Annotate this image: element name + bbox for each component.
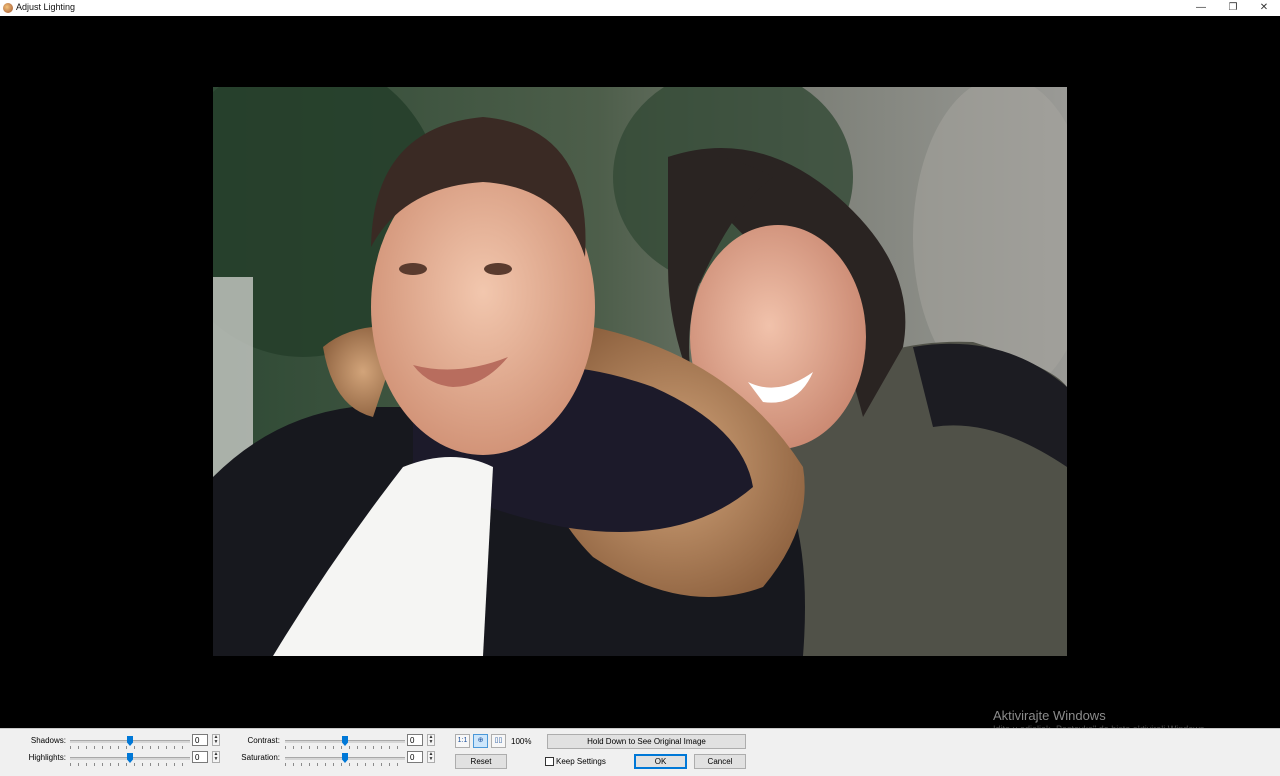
saturation-spinner[interactable]: ▲ ▼ bbox=[427, 751, 435, 763]
keep-settings-label: Keep Settings bbox=[556, 757, 606, 766]
minimize-button[interactable]: — bbox=[1186, 0, 1216, 16]
actual-size-button[interactable]: 1:1 bbox=[455, 734, 470, 748]
preview-photo bbox=[213, 87, 1067, 656]
fit-to-window-button[interactable]: ⊕ bbox=[473, 734, 488, 748]
contrast-slider-ticks bbox=[285, 746, 405, 749]
highlights-spinner[interactable]: ▲ ▼ bbox=[212, 751, 220, 763]
highlights-slider-ticks bbox=[70, 763, 190, 766]
hold-original-button[interactable]: Hold Down to See Original Image bbox=[547, 734, 746, 749]
highlights-label: Highlights: bbox=[28, 753, 66, 762]
compare-view-button[interactable]: ▯▯ bbox=[491, 734, 506, 748]
contrast-spinner[interactable]: ▲ ▼ bbox=[427, 734, 435, 746]
window-title: Adjust Lighting bbox=[16, 2, 76, 12]
keep-settings-checkbox[interactable] bbox=[545, 757, 554, 766]
restore-button[interactable]: ❐ bbox=[1218, 0, 1248, 16]
photo-illustration bbox=[213, 87, 1067, 656]
activation-watermark: Aktivirajte Windows bbox=[993, 708, 1106, 723]
shadows-spinner[interactable]: ▲ ▼ bbox=[212, 734, 220, 746]
cancel-button[interactable]: Cancel bbox=[694, 754, 746, 769]
close-button[interactable]: ✕ bbox=[1249, 0, 1279, 16]
zoom-level: 100% bbox=[511, 737, 532, 746]
contrast-value-input[interactable]: 0 bbox=[407, 734, 423, 746]
ok-button[interactable]: OK bbox=[634, 754, 687, 769]
preview-canvas bbox=[0, 16, 1280, 728]
highlights-value-input[interactable]: 0 bbox=[192, 751, 208, 763]
shadows-value-input[interactable]: 0 bbox=[192, 734, 208, 746]
app-icon bbox=[3, 3, 13, 13]
saturation-value-input[interactable]: 0 bbox=[407, 751, 423, 763]
saturation-slider-ticks bbox=[285, 763, 405, 766]
shadows-label: Shadows: bbox=[30, 736, 66, 745]
title-bar: Adjust Lighting — ❐ ✕ bbox=[0, 0, 1280, 17]
saturation-label: Saturation: bbox=[241, 753, 280, 762]
shadows-slider-ticks bbox=[70, 746, 190, 749]
contrast-label: Contrast: bbox=[247, 736, 280, 745]
reset-button[interactable]: Reset bbox=[455, 754, 507, 769]
